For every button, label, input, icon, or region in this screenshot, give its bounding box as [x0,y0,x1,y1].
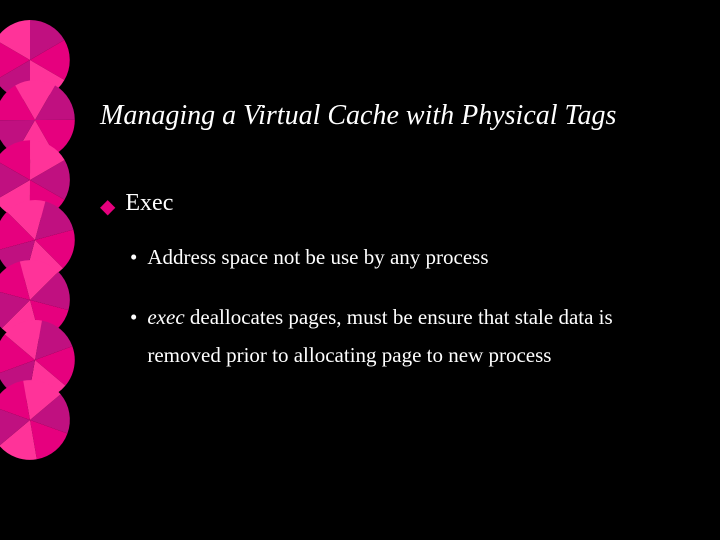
subbullet-text: Address space not be use by any process [147,239,488,277]
bullet-level1: ◆ Exec [100,190,680,219]
slide: Managing a Virtual Cache with Physical T… [0,0,720,540]
diamond-bullet-icon: ◆ [100,194,115,219]
bullet-label: Exec [125,190,173,217]
slide-content: ◆ Exec • Address space not be use by any… [100,190,680,396]
subbullet-rest: deallocates pages, must be ensure that s… [147,305,612,367]
bullet-level2: • Address space not be use by any proces… [130,239,680,277]
decorative-spiral [0,20,90,525]
dot-bullet-icon: • [130,299,137,337]
subbullet-text: exec deallocates pages, must be ensure t… [147,299,680,375]
emphasis-word: exec [147,305,184,329]
dot-bullet-icon: • [130,239,137,277]
bullet-level2: • exec deallocates pages, must be ensure… [130,299,680,375]
slide-title: Managing a Virtual Cache with Physical T… [100,100,616,132]
